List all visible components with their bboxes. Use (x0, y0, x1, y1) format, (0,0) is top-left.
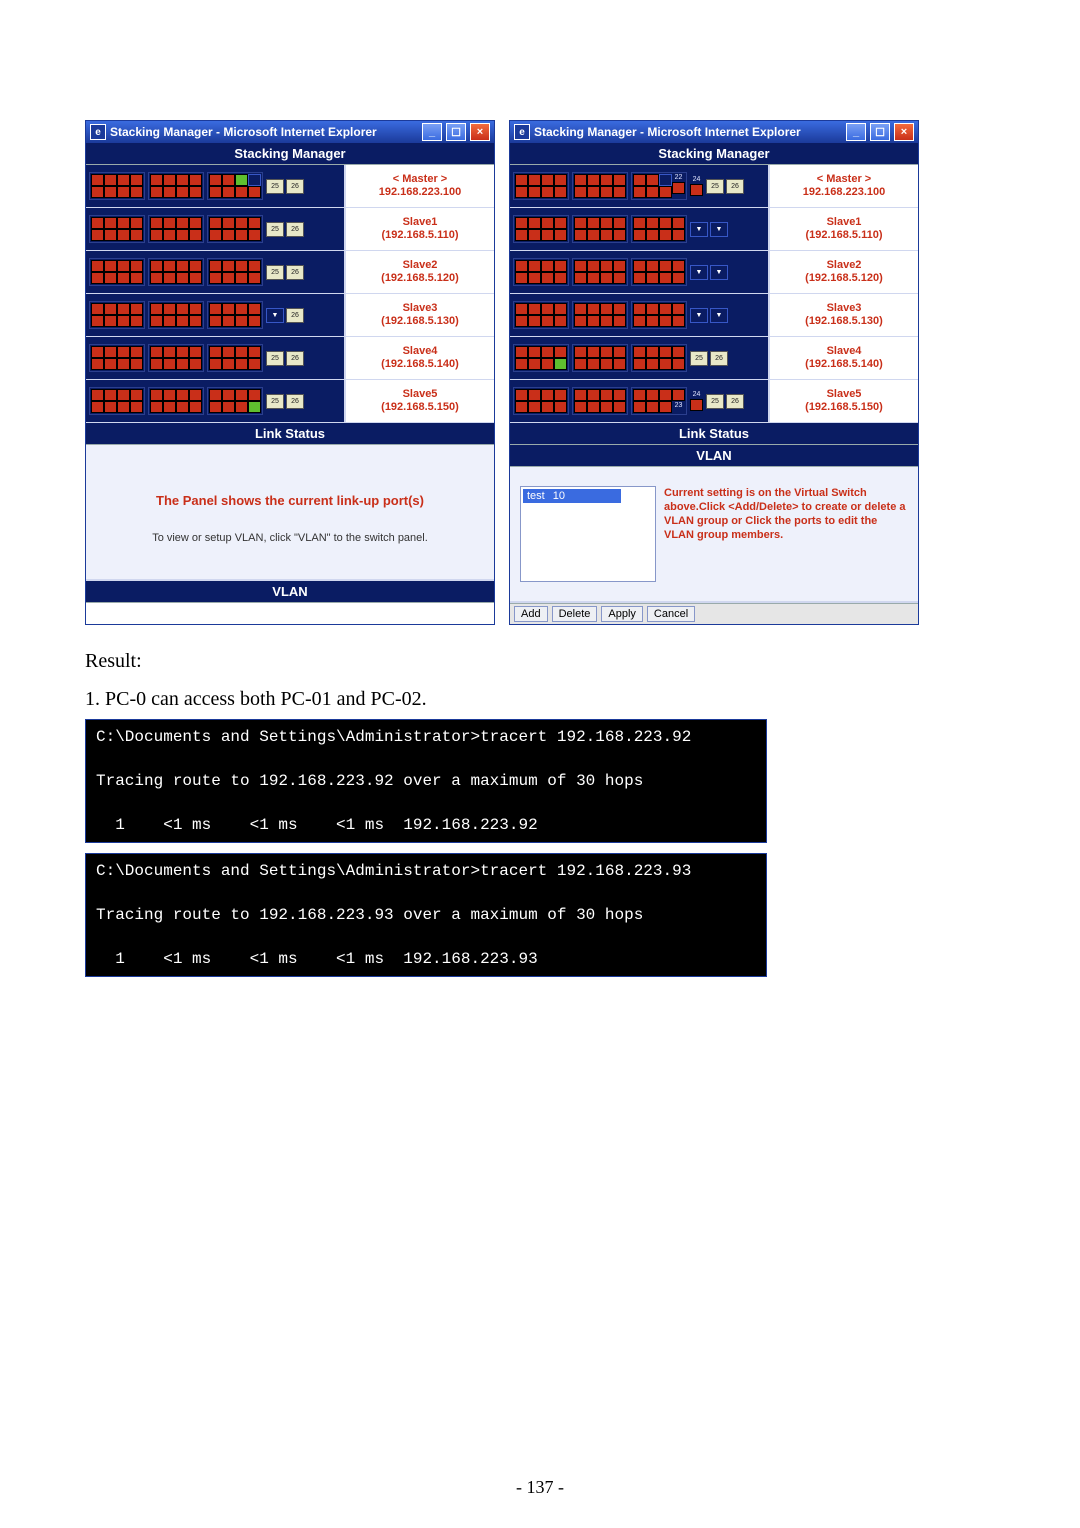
ie-icon: e (90, 124, 106, 140)
terminal-line: Tracing route to 192.168.223.93 over a m… (96, 904, 756, 926)
page-number: - 137 - (0, 1477, 1080, 1498)
add-button[interactable]: Add (514, 606, 548, 622)
minimize-button[interactable]: _ (422, 123, 442, 141)
switch-ports[interactable]: 23 24 2526 (510, 380, 768, 422)
switch-row-slave3[interactable]: ▼26 Slave3(192.168.5.130) (86, 294, 494, 337)
left-app-window: e Stacking Manager - Microsoft Internet … (85, 120, 495, 625)
device-label: Slave4(192.168.5.140) (768, 337, 918, 379)
device-label: Slave4(192.168.5.140) (344, 337, 494, 379)
switch-ports[interactable]: ▼▼ (510, 251, 768, 293)
vlan-item[interactable]: test 10 (523, 489, 621, 503)
switch-row-master[interactable]: 2526 < Master >192.168.223.100 (86, 165, 494, 208)
switch-ports[interactable]: ▼▼ (510, 294, 768, 336)
window-title: Stacking Manager - Microsoft Internet Ex… (534, 125, 842, 139)
link-status-panel: The Panel shows the current link-up port… (86, 445, 494, 581)
switch-row-slave4[interactable]: 2526 Slave4(192.168.5.140) (510, 337, 918, 380)
stacking-manager-header: Stacking Manager (510, 143, 918, 165)
result-label: Result: (85, 647, 995, 675)
switch-ports[interactable]: 2526 (86, 251, 344, 293)
device-label: Slave2(192.168.5.120) (344, 251, 494, 293)
close-button[interactable]: × (894, 123, 914, 141)
titlebar: e Stacking Manager - Microsoft Internet … (510, 121, 918, 143)
device-label: Slave3(192.168.5.130) (768, 294, 918, 336)
link-status-header: Link Status (86, 423, 494, 445)
cancel-button[interactable]: Cancel (647, 606, 695, 622)
ie-icon: e (514, 124, 530, 140)
switch-row-slave4[interactable]: 2526 Slave4(192.168.5.140) (86, 337, 494, 380)
device-label: Slave5(192.168.5.150) (768, 380, 918, 422)
vlan-id: 10 (553, 490, 565, 502)
device-label: < Master >192.168.223.100 (768, 165, 918, 207)
terminal-2: C:\Documents and Settings\Administrator>… (85, 853, 767, 977)
stacking-manager-header: Stacking Manager (86, 143, 494, 165)
switch-row-slave5[interactable]: 23 24 2526 Slave5(192.168.5.150) (510, 380, 918, 423)
apply-button[interactable]: Apply (601, 606, 643, 622)
switch-ports[interactable]: 2526 (510, 337, 768, 379)
vlan-header[interactable]: VLAN (510, 445, 918, 467)
button-row: Add Delete Apply Cancel (510, 603, 918, 624)
link-status-header: Link Status (510, 423, 918, 445)
vlan-list[interactable]: test 10 (520, 486, 656, 582)
device-label: Slave2(192.168.5.120) (768, 251, 918, 293)
minimize-button[interactable]: _ (846, 123, 866, 141)
terminal-line: Tracing route to 192.168.223.92 over a m… (96, 770, 756, 792)
delete-button[interactable]: Delete (552, 606, 598, 622)
device-label: < Master >192.168.223.100 (344, 165, 494, 207)
switch-row-master[interactable]: 22 24 2526 < Master >192.168.223.100 (510, 165, 918, 208)
switch-row-slave5[interactable]: 2526 Slave5(192.168.5.150) (86, 380, 494, 423)
switch-row-slave1[interactable]: ▼▼ Slave1(192.168.5.110) (510, 208, 918, 251)
titlebar: e Stacking Manager - Microsoft Internet … (86, 121, 494, 143)
device-label: Slave5(192.168.5.150) (344, 380, 494, 422)
switch-row-slave3[interactable]: ▼▼ Slave3(192.168.5.130) (510, 294, 918, 337)
device-label: Slave3(192.168.5.130) (344, 294, 494, 336)
terminal-line: 1 <1 ms <1 ms <1 ms 192.168.223.92 (96, 814, 756, 836)
switch-ports[interactable]: ▼▼ (510, 208, 768, 250)
panel-message: The Panel shows the current link-up port… (156, 493, 424, 508)
window-title: Stacking Manager - Microsoft Internet Ex… (110, 125, 418, 139)
vlan-panel: test 10 Current setting is on the Virtua… (510, 467, 918, 603)
close-button[interactable]: × (470, 123, 490, 141)
device-label: Slave1(192.168.5.110) (344, 208, 494, 250)
maximize-button[interactable]: ☐ (870, 123, 890, 141)
terminal-line: 1 <1 ms <1 ms <1 ms 192.168.223.93 (96, 948, 756, 970)
switch-ports[interactable]: 2526 (86, 165, 344, 207)
right-app-window: e Stacking Manager - Microsoft Internet … (509, 120, 919, 625)
vlan-help-text: Current setting is on the Virtual Switch… (664, 486, 908, 582)
maximize-button[interactable]: ☐ (446, 123, 466, 141)
switch-row-slave2[interactable]: 2526 Slave2(192.168.5.120) (86, 251, 494, 294)
vlan-name: test (527, 490, 545, 502)
terminal-1: C:\Documents and Settings\Administrator>… (85, 719, 767, 843)
switch-ports[interactable]: 2526 (86, 337, 344, 379)
switch-row-slave1[interactable]: 2526 Slave1(192.168.5.110) (86, 208, 494, 251)
terminal-line: C:\Documents and Settings\Administrator>… (96, 726, 756, 748)
switch-ports[interactable]: 22 24 2526 (510, 165, 768, 207)
device-label: Slave1(192.168.5.110) (768, 208, 918, 250)
switch-ports[interactable]: ▼26 (86, 294, 344, 336)
switch-ports[interactable]: 2526 (86, 380, 344, 422)
panel-hint: To view or setup VLAN, click "VLAN" to t… (152, 532, 428, 544)
result-line: 1. PC-0 can access both PC-01 and PC-02. (85, 685, 995, 713)
vlan-header[interactable]: VLAN (86, 581, 494, 603)
terminal-line: C:\Documents and Settings\Administrator>… (96, 860, 756, 882)
switch-row-slave2[interactable]: ▼▼ Slave2(192.168.5.120) (510, 251, 918, 294)
switch-ports[interactable]: 2526 (86, 208, 344, 250)
